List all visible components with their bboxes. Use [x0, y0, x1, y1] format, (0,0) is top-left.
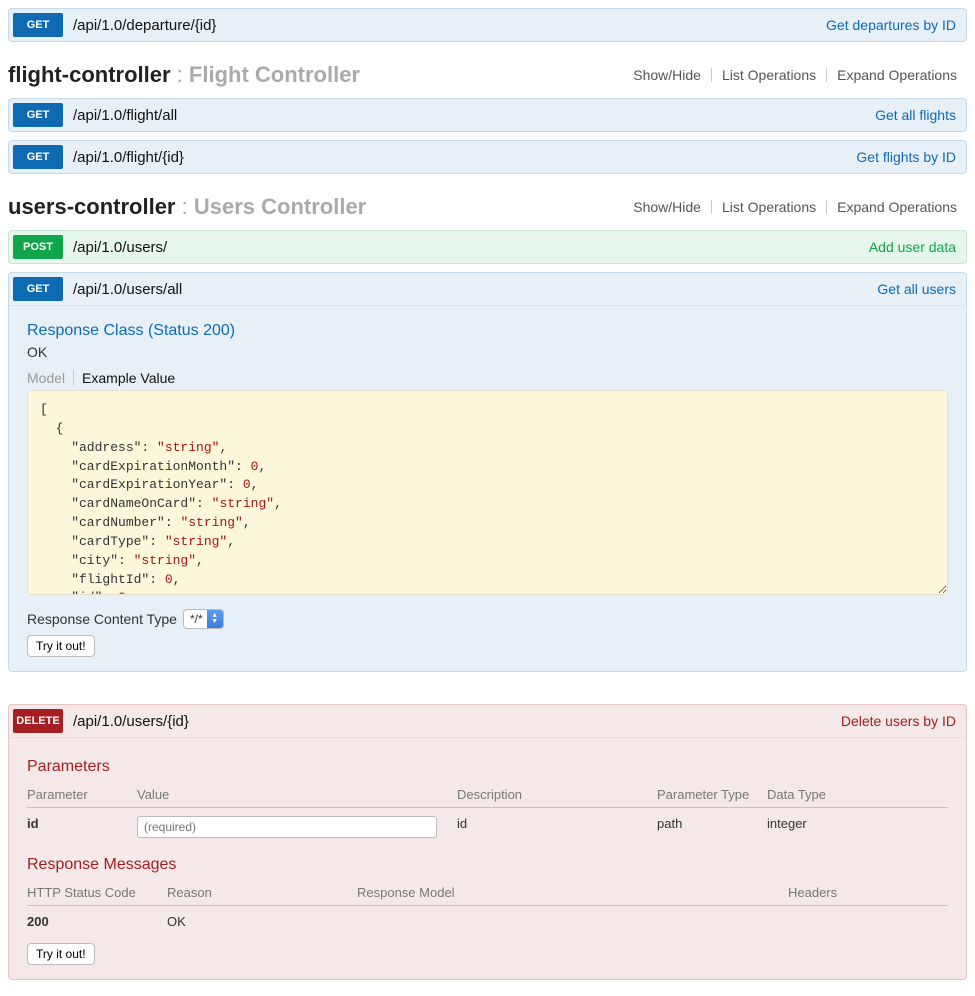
response-content-type-label: Response Content Type: [27, 611, 177, 627]
operation-summary[interactable]: Get all users: [877, 281, 956, 297]
operation-path[interactable]: /api/1.0/users/: [73, 239, 167, 256]
parameters-table: Parameter Value Description Parameter Ty…: [27, 782, 948, 846]
action-list-ops[interactable]: List Operations: [712, 67, 826, 83]
response-content-type-select[interactable]: */* ▲▼: [183, 609, 224, 629]
response-class-label: Response Class (Status 200): [27, 322, 948, 340]
operation-users-all: GET /api/1.0/users/all Get all users Res…: [8, 272, 967, 672]
controller-desc: Flight Controller: [189, 62, 360, 87]
response-row: 200 OK: [27, 906, 948, 938]
param-description: id: [457, 808, 657, 847]
action-expand-ops[interactable]: Expand Operations: [827, 67, 967, 83]
response-code: 200: [27, 906, 167, 938]
action-show-hide[interactable]: Show/Hide: [623, 67, 711, 83]
operation-users-post: POST /api/1.0/users/ Add user data: [8, 230, 967, 264]
param-data-type: integer: [767, 808, 948, 847]
param-name: id: [27, 808, 137, 847]
method-badge-post: POST: [13, 235, 63, 259]
response-messages-table: HTTP Status Code Reason Response Model H…: [27, 880, 948, 937]
controller-actions: Show/Hide List Operations Expand Operati…: [623, 67, 967, 83]
operation-users-delete: DELETE /api/1.0/users/{id} Delete users …: [8, 704, 967, 980]
controller-title[interactable]: flight-controller : Flight Controller: [8, 62, 360, 88]
action-expand-ops[interactable]: Expand Operations: [827, 199, 967, 215]
response-reason: OK: [167, 906, 357, 938]
param-row: id id path integer: [27, 808, 948, 847]
controller-name: flight-controller: [8, 62, 171, 87]
action-show-hide[interactable]: Show/Hide: [623, 199, 711, 215]
th-parameter-type: Parameter Type: [657, 782, 767, 808]
th-headers: Headers: [788, 880, 948, 906]
th-parameter: Parameter: [27, 782, 137, 808]
response-tabs: Model Example Value: [27, 370, 948, 386]
controller-separator: :: [177, 62, 189, 87]
operation-flight-id: GET /api/1.0/flight/{id} Get flights by …: [8, 140, 967, 174]
method-badge-get: GET: [13, 145, 63, 169]
tab-model[interactable]: Model: [27, 370, 74, 386]
controller-name: users-controller: [8, 194, 176, 219]
operation-body: Response Class (Status 200) OK Model Exa…: [9, 305, 966, 671]
operation-flight-all: GET /api/1.0/flight/all Get all flights: [8, 98, 967, 132]
operation-summary[interactable]: Get flights by ID: [856, 149, 956, 165]
response-content-type-row: Response Content Type */* ▲▼: [27, 609, 948, 629]
operation-path[interactable]: /api/1.0/departure/{id}: [73, 17, 216, 34]
response-messages-label: Response Messages: [27, 856, 948, 874]
th-value: Value: [137, 782, 457, 808]
operation-body: Parameters Parameter Value Description P…: [9, 737, 966, 979]
response-content-type-value: */*: [184, 612, 207, 626]
th-reason: Reason: [167, 880, 357, 906]
th-http-status-code: HTTP Status Code: [27, 880, 167, 906]
controller-desc: Users Controller: [194, 194, 366, 219]
controller-separator: :: [182, 194, 194, 219]
parameters-label: Parameters: [27, 758, 948, 776]
tab-example-value[interactable]: Example Value: [82, 370, 181, 386]
th-description: Description: [457, 782, 657, 808]
method-badge-get: GET: [13, 103, 63, 127]
method-badge-get: GET: [13, 277, 63, 301]
param-value-cell: [137, 808, 457, 847]
operation-path[interactable]: /api/1.0/users/{id}: [73, 713, 189, 730]
action-list-ops[interactable]: List Operations: [712, 199, 826, 215]
operation-summary[interactable]: Get all flights: [875, 107, 956, 123]
operation-summary[interactable]: Get departures by ID: [826, 17, 956, 33]
operation-summary[interactable]: Add user data: [869, 239, 956, 255]
controller-flight: flight-controller : Flight Controller Sh…: [8, 52, 967, 98]
controller-users: users-controller : Users Controller Show…: [8, 184, 967, 230]
example-value-code[interactable]: [ { "address": "string", "cardExpiration…: [27, 390, 948, 595]
operation-summary[interactable]: Delete users by ID: [841, 713, 956, 729]
method-badge-get: GET: [13, 13, 63, 37]
try-it-out-button[interactable]: Try it out!: [27, 943, 95, 965]
operation-header[interactable]: DELETE /api/1.0/users/{id} Delete users …: [9, 705, 966, 737]
operation-path[interactable]: /api/1.0/flight/{id}: [73, 149, 184, 166]
operation-header[interactable]: GET /api/1.0/departure/{id} Get departur…: [9, 9, 966, 41]
operation-header[interactable]: GET /api/1.0/flight/all Get all flights: [9, 99, 966, 131]
operation-header[interactable]: POST /api/1.0/users/ Add user data: [9, 231, 966, 263]
operation-departure-get: GET /api/1.0/departure/{id} Get departur…: [8, 8, 967, 42]
response-status-text: OK: [27, 344, 948, 360]
th-response-model: Response Model: [357, 880, 788, 906]
param-value-input[interactable]: [137, 816, 437, 838]
controller-actions: Show/Hide List Operations Expand Operati…: [623, 199, 967, 215]
param-type: path: [657, 808, 767, 847]
operation-path[interactable]: /api/1.0/users/all: [73, 281, 182, 298]
operation-header[interactable]: GET /api/1.0/users/all Get all users: [9, 273, 966, 305]
method-badge-delete: DELETE: [13, 709, 63, 733]
operation-path[interactable]: /api/1.0/flight/all: [73, 107, 177, 124]
th-data-type: Data Type: [767, 782, 948, 808]
chevron-updown-icon: ▲▼: [207, 610, 223, 628]
controller-title[interactable]: users-controller : Users Controller: [8, 194, 366, 220]
try-it-out-button[interactable]: Try it out!: [27, 635, 95, 657]
operation-header[interactable]: GET /api/1.0/flight/{id} Get flights by …: [9, 141, 966, 173]
